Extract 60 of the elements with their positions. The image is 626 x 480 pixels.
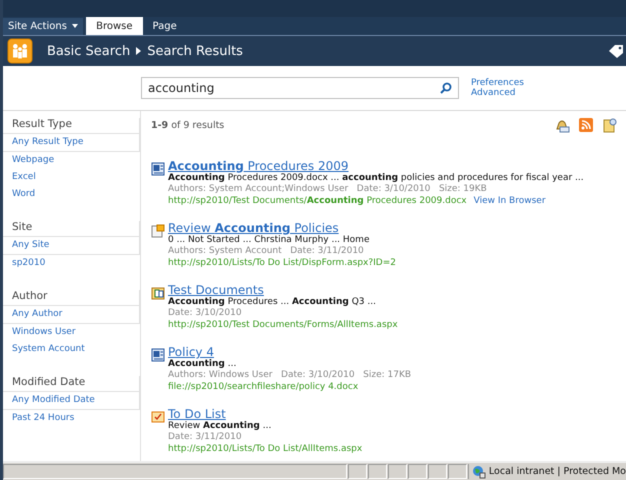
result-snippet: 0 ... Not Started ... Chrstina Murphy ... Home xyxy=(168,235,370,246)
word-document-icon xyxy=(151,162,165,176)
word-document-icon xyxy=(151,348,165,362)
refiner-item[interactable]: Any Result Type xyxy=(3,134,140,152)
result-metadata: Date: 3/11/2010 xyxy=(168,432,243,443)
refiner-item[interactable]: Word xyxy=(3,186,140,203)
result-snippet: Review Accounting ... xyxy=(168,421,272,432)
result-metadata: Authors: Windows User Date: 3/10/2010 Size: 17KB xyxy=(168,370,412,381)
refiner-item[interactable]: Windows User xyxy=(3,324,140,341)
ribbon-tab[interactable]: Page xyxy=(142,17,187,35)
result-url: file://sp2010/searchfileshare/policy 4.docx xyxy=(168,381,358,394)
result-metadata: Authors: System Account Date: 3/11/2010 xyxy=(168,246,365,257)
status-bar-pane xyxy=(448,464,467,479)
status-bar-pane xyxy=(428,464,447,479)
breadcrumb-item[interactable]: Basic Search xyxy=(47,44,130,58)
result-url: http://sp2010/Test Documents/Accounting Procedures 2009.docx xyxy=(168,195,467,208)
result-title-link[interactable]: To Do List xyxy=(168,407,362,421)
security-zone-text: Local intranet | Protected Mo xyxy=(488,466,626,477)
document-library-icon xyxy=(151,286,165,300)
search-field[interactable]: accounting xyxy=(141,77,459,99)
refiner-item[interactable]: sp2010 xyxy=(3,255,140,272)
people-logo-icon xyxy=(7,38,33,64)
result-url: http://sp2010/Lists/To Do List/DispForm.aspx?ID=2 xyxy=(168,257,396,270)
result-snippet: Accounting Procedures ... Accounting Q3 ... xyxy=(168,297,377,308)
caret-icon xyxy=(72,24,78,28)
ribbon-tab[interactable]: Browse xyxy=(86,17,143,35)
refiner-item[interactable]: Any Site xyxy=(3,237,140,255)
result-metadata: Authors: System Account;Windows User Date: 3/10/2010 Size: 19KB xyxy=(168,184,488,195)
refiner-item[interactable]: Past 24 Hours xyxy=(3,410,140,427)
result-title-link[interactable]: Test Documents xyxy=(168,283,398,297)
status-bar-pane xyxy=(408,464,427,479)
breadcrumb-item: Search Results xyxy=(147,44,243,58)
site-actions-menu[interactable]: Site Actions xyxy=(3,18,84,35)
refiner-item[interactable]: Any Author xyxy=(3,306,140,324)
refiner-item[interactable]: Excel xyxy=(3,169,140,186)
result-metadata: Date: 3/10/2010 xyxy=(168,308,243,319)
result-title-link[interactable]: Review Accounting Policies xyxy=(168,221,396,235)
document-search-icon[interactable] xyxy=(602,117,618,133)
tag-icon[interactable] xyxy=(608,44,624,58)
refiner-item[interactable]: Any Modified Date xyxy=(3,392,140,410)
result-snippet: Accounting ... xyxy=(168,359,238,370)
result-url: http://sp2010/Test Documents/Forms/AllItems.aspx xyxy=(168,319,398,332)
task-item-icon xyxy=(151,224,165,238)
refiner-item[interactable]: System Account xyxy=(3,341,140,358)
search-icon[interactable] xyxy=(440,82,452,94)
rss-icon[interactable] xyxy=(578,117,594,133)
status-bar-pane xyxy=(388,464,407,479)
view-in-browser-link[interactable]: View In Browser xyxy=(474,195,546,208)
status-bar-pane xyxy=(368,464,387,479)
search-link[interactable]: Advanced xyxy=(471,88,524,98)
result-snippet: Accounting Procedures 2009.docx ... accounting policies and procedures for fiscal year ... xyxy=(168,173,584,184)
result-count: 1-9 of 9 results xyxy=(151,120,224,130)
checklist-icon xyxy=(151,410,165,424)
breadcrumb-arrow-icon xyxy=(136,47,142,55)
globe-icon xyxy=(472,464,486,478)
refiner-item[interactable]: Webpage xyxy=(3,152,140,169)
result-title-link[interactable]: Policy 4 xyxy=(168,345,412,359)
result-title-link[interactable]: Accounting Procedures 2009 xyxy=(168,159,584,173)
search-link[interactable]: Preferences xyxy=(471,78,524,88)
result-url: http://sp2010/Lists/To Do List/AllItems.aspx xyxy=(168,443,362,456)
